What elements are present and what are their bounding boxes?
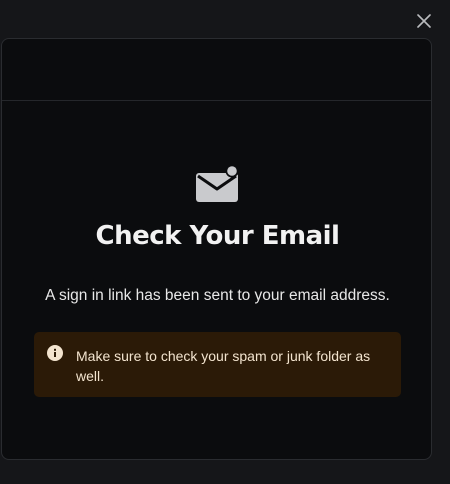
- envelope-notification-icon: [196, 164, 239, 202]
- dialog-title: Check Your Email: [95, 221, 340, 251]
- close-button[interactable]: [412, 9, 436, 33]
- info-icon: [47, 345, 63, 361]
- notice-text: Make sure to check your spam or junk fol…: [76, 348, 371, 384]
- dialog-message: A sign in link has been sent to your ema…: [45, 287, 390, 304]
- spam-notice-banner: Make sure to check your spam or junk fol…: [34, 332, 401, 397]
- check-email-dialog: Check Your Email A sign in link has been…: [1, 38, 432, 460]
- dialog-header: [2, 39, 431, 101]
- close-icon: [417, 14, 431, 28]
